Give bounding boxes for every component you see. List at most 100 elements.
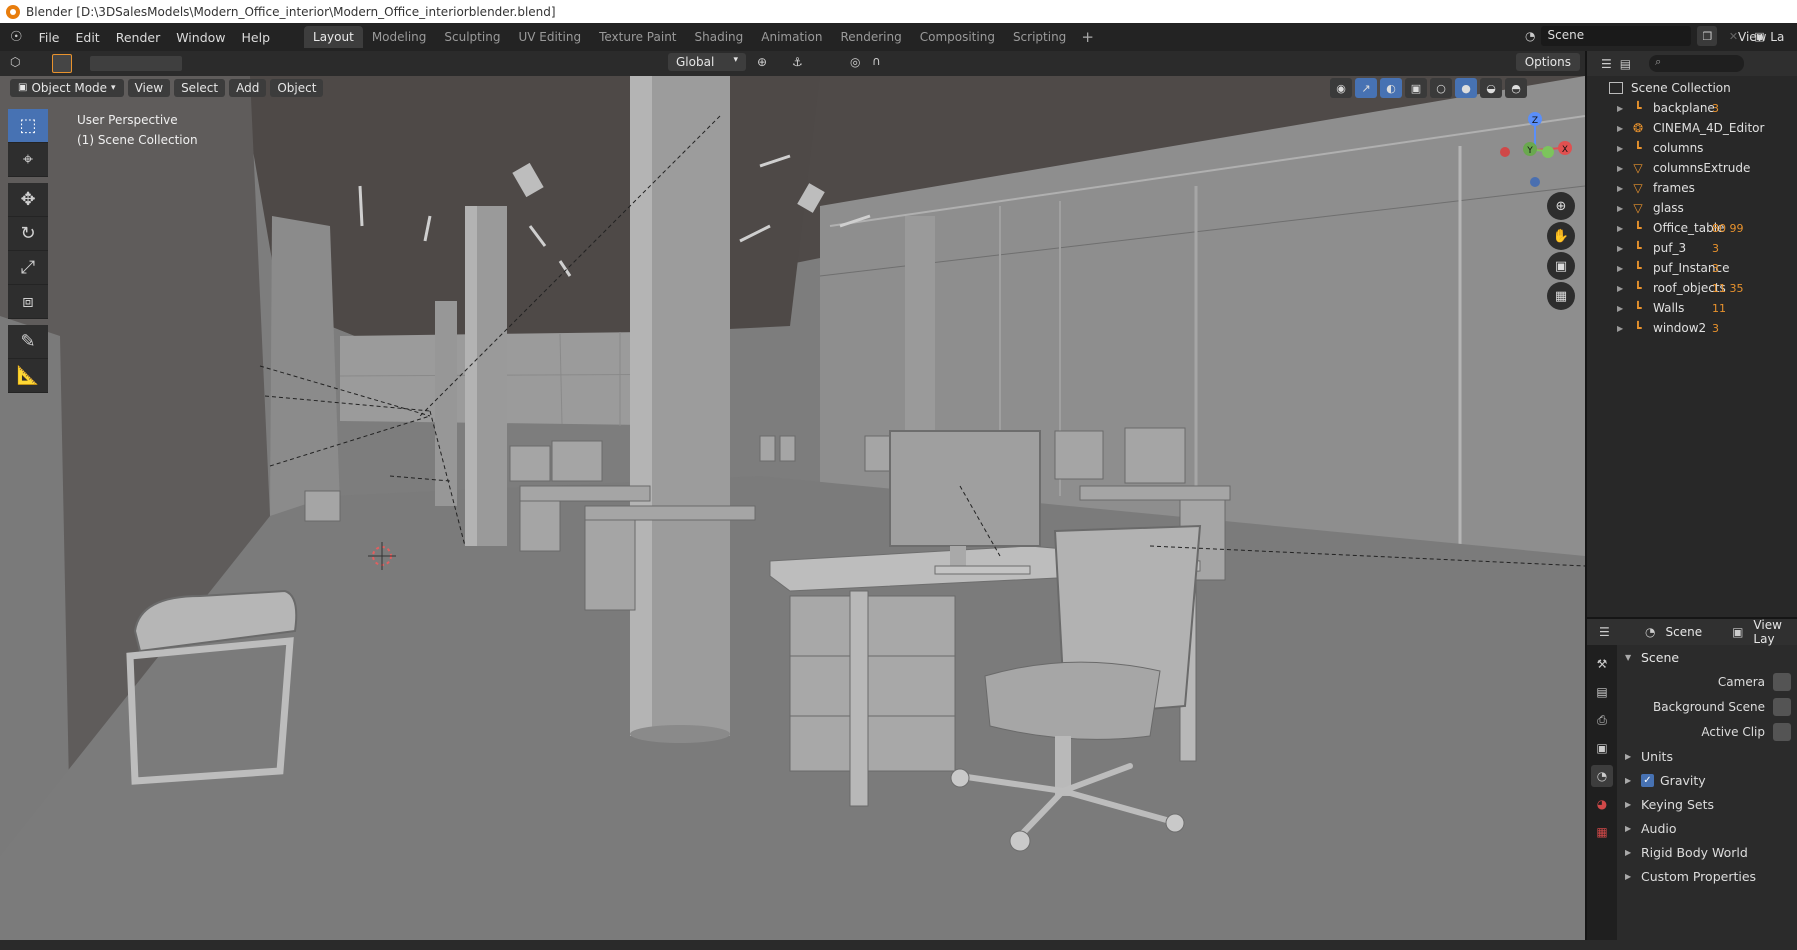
menu-select[interactable]: Select xyxy=(174,78,226,97)
material-shading-icon[interactable]: ◒ xyxy=(1480,78,1502,98)
gizmo-x-negative[interactable] xyxy=(1500,147,1510,157)
gizmo-toggle-icon[interactable]: ↗ xyxy=(1355,78,1377,98)
expand-icon[interactable]: ▶ xyxy=(1617,124,1627,133)
keying-sets-panel[interactable]: ▶ Keying Sets xyxy=(1617,792,1797,816)
outliner-item[interactable]: ▶ ┗ puf_Instance 3 xyxy=(1587,258,1797,278)
tool-select-box-icon[interactable] xyxy=(52,54,72,73)
expand-icon[interactable]: ▶ xyxy=(1617,304,1627,313)
units-panel[interactable]: ▶ Units xyxy=(1617,744,1797,768)
tab-shading[interactable]: Shading xyxy=(686,26,753,48)
object-mode-dropdown[interactable]: ▣ Object Mode ▾ xyxy=(10,78,124,97)
cursor-tool-icon[interactable]: ⌖ xyxy=(8,143,48,177)
world-tab-icon[interactable]: ◕ xyxy=(1591,793,1613,815)
tab-compositing[interactable]: Compositing xyxy=(911,26,1004,48)
expand-icon[interactable]: ▶ xyxy=(1617,164,1627,173)
menu-view[interactable]: View xyxy=(127,78,171,97)
gizmo-y-negative[interactable] xyxy=(1542,146,1554,158)
tab-texture-paint[interactable]: Texture Paint xyxy=(590,26,685,48)
gravity-checkbox[interactable]: ✓ xyxy=(1641,773,1654,787)
audio-panel[interactable]: ▶ Audio xyxy=(1617,816,1797,840)
tab-modeling[interactable]: Modeling xyxy=(363,26,436,48)
outliner-item[interactable]: ▶ ▽ frames xyxy=(1587,178,1797,198)
expand-icon[interactable]: ▶ xyxy=(1617,244,1627,253)
tab-uv-editing[interactable]: UV Editing xyxy=(509,26,590,48)
view-layer-tab-icon[interactable]: ▣ xyxy=(1591,737,1613,759)
expand-icon[interactable]: ▶ xyxy=(1617,144,1627,153)
tool-tab-icon[interactable]: ⚒ xyxy=(1591,653,1613,675)
measure-tool-icon[interactable]: 📐 xyxy=(8,359,48,393)
render-tab-icon[interactable]: ▤ xyxy=(1591,681,1613,703)
gravity-panel[interactable]: ▶ ✓ Gravity xyxy=(1617,768,1797,792)
view-layer-name[interactable]: View La xyxy=(1738,30,1784,44)
outliner-item[interactable]: ▶ ┗ columns xyxy=(1587,138,1797,158)
tab-sculpting[interactable]: Sculpting xyxy=(435,26,509,48)
perspective-grid-icon[interactable]: ▦ xyxy=(1547,282,1575,310)
pan-hand-icon[interactable]: ✋ xyxy=(1547,222,1575,250)
overlay-toggle-icon[interactable]: ◐ xyxy=(1380,78,1402,98)
rigid-body-world-panel[interactable]: ▶ Rigid Body World xyxy=(1617,840,1797,864)
texture-tab-icon[interactable]: ▦ xyxy=(1591,821,1613,843)
expand-icon[interactable]: ▶ xyxy=(1617,204,1627,213)
falloff-icon[interactable]: ∩ xyxy=(872,54,881,68)
expand-icon[interactable]: ▶ xyxy=(1617,104,1627,113)
visibility-icon[interactable]: ◉ xyxy=(1330,78,1352,98)
tab-rendering[interactable]: Rendering xyxy=(831,26,910,48)
properties-editor-icon[interactable]: ☰ xyxy=(1599,625,1610,639)
expand-icon[interactable]: ▶ xyxy=(1617,284,1627,293)
tab-scripting[interactable]: Scripting xyxy=(1004,26,1075,48)
options-dropdown[interactable]: Options xyxy=(1515,53,1580,71)
outliner-item[interactable]: ▶ ▽ columnsExtrude xyxy=(1587,158,1797,178)
active-clip-field[interactable] xyxy=(1773,722,1791,741)
camera-field[interactable] xyxy=(1773,672,1791,691)
gizmo-z-negative[interactable] xyxy=(1530,177,1540,187)
expand-icon[interactable]: ▶ xyxy=(1617,224,1627,233)
tab-animation[interactable]: Animation xyxy=(752,26,831,48)
menu-file[interactable]: File xyxy=(31,27,68,48)
camera-view-icon[interactable]: ▣ xyxy=(1547,252,1575,280)
transform-orientation-dropdown[interactable]: Global ▾ xyxy=(668,53,746,71)
annotate-tool-icon[interactable]: ✎ xyxy=(8,325,48,359)
rendered-shading-icon[interactable]: ◓ xyxy=(1505,78,1527,98)
outliner-item[interactable]: ▶ ┗ roof_objects 11 35 xyxy=(1587,278,1797,298)
menu-render[interactable]: Render xyxy=(108,27,169,48)
output-tab-icon[interactable]: ⎙ xyxy=(1591,709,1613,731)
outliner-item[interactable]: ▶ ❂ CINEMA_4D_Editor xyxy=(1587,118,1797,138)
scene-collection-row[interactable]: Scene Collection xyxy=(1587,78,1797,98)
outliner-item[interactable]: ▶ ┗ Office_table 80 99 xyxy=(1587,218,1797,238)
wireframe-shading-icon[interactable]: ○ xyxy=(1430,78,1452,98)
outliner-editor-icon[interactable]: ☰ xyxy=(1601,57,1612,71)
snap-icon[interactable]: ⚓ xyxy=(792,55,803,69)
scene-tab-icon[interactable]: ◔ xyxy=(1591,765,1613,787)
display-mode-icon[interactable]: ▤ xyxy=(1620,57,1631,71)
outliner-item[interactable]: ▶ ┗ Walls 11 xyxy=(1587,298,1797,318)
custom-properties-panel[interactable]: ▶ Custom Properties xyxy=(1617,864,1797,888)
outliner-item[interactable]: ▶ ┗ puf_3 3 xyxy=(1587,238,1797,258)
blender-menu-icon[interactable]: ☉ xyxy=(8,29,31,45)
outliner-search-input[interactable]: ⌕ xyxy=(1649,55,1745,72)
outliner-item[interactable]: ▶ ┗ window2 3 xyxy=(1587,318,1797,338)
menu-object[interactable]: Object xyxy=(270,78,324,97)
menu-add[interactable]: Add xyxy=(229,78,267,97)
background-scene-field[interactable] xyxy=(1773,697,1791,716)
editor-type-icon[interactable]: ⬡ xyxy=(10,55,20,69)
move-tool-icon[interactable]: ✥ xyxy=(8,183,48,217)
menu-window[interactable]: Window xyxy=(168,27,233,48)
navigation-gizmo[interactable]: Z Y X xyxy=(1490,105,1580,195)
add-workspace-button[interactable]: + xyxy=(1075,26,1100,48)
proportional-edit-icon[interactable]: ◎ xyxy=(850,55,860,69)
menu-help[interactable]: Help xyxy=(234,27,279,48)
scene-panel-header[interactable]: ▼ Scene xyxy=(1617,645,1797,669)
selection-mode-icons[interactable] xyxy=(90,56,182,71)
expand-icon[interactable]: ▶ xyxy=(1617,264,1627,273)
solid-shading-icon[interactable]: ● xyxy=(1455,78,1477,98)
rotate-tool-icon[interactable]: ↻ xyxy=(8,217,48,251)
zoom-icon[interactable]: ⊕ xyxy=(1547,192,1575,220)
tab-layout[interactable]: Layout xyxy=(304,26,363,48)
expand-icon[interactable]: ▶ xyxy=(1617,324,1627,333)
new-scene-button[interactable]: ❐ xyxy=(1697,26,1718,46)
scale-tool-icon[interactable]: ⤢ xyxy=(8,251,48,285)
scene-name-field[interactable]: Scene xyxy=(1541,26,1692,46)
xray-toggle-icon[interactable]: ▣ xyxy=(1405,78,1427,98)
select-box-tool-icon[interactable]: ⬚ xyxy=(8,109,48,143)
transform-tool-icon[interactable]: ⧈ xyxy=(8,285,48,319)
